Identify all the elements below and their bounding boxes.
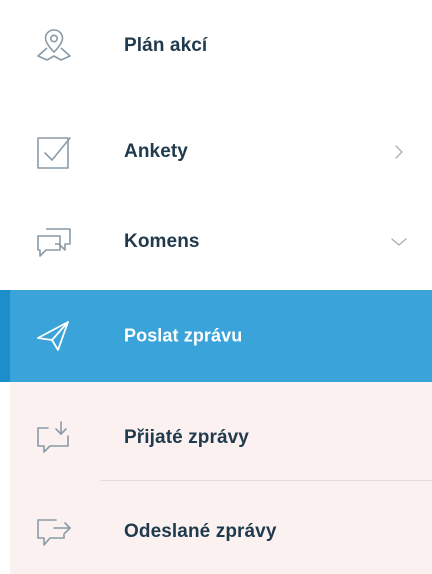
menu-item-label: Poslat zprávu: [124, 325, 243, 346]
menu-item-label: Ankety: [124, 141, 188, 162]
menu-item-prijate-zpravy[interactable]: Přijaté zprávy: [10, 396, 432, 480]
checkbox-icon: [34, 132, 74, 172]
menu-item-label: Komens: [124, 231, 200, 252]
menu-item-poslat-zpravu[interactable]: Poslat zprávu: [0, 290, 432, 382]
paper-plane-icon: [34, 316, 74, 356]
menu-item-ankety[interactable]: Ankety: [10, 110, 432, 194]
menu-item-komens[interactable]: Komens: [10, 200, 432, 284]
chat-bubbles-icon: [34, 222, 74, 262]
menu-item-odeslane-zpravy[interactable]: Odeslané zprávy: [10, 490, 432, 574]
chevron-right-icon[interactable]: [390, 143, 408, 161]
menu-item-label: Přijaté zprávy: [124, 427, 249, 448]
map-pin-icon: [34, 26, 74, 66]
menu-item-label: Plán akcí: [124, 35, 208, 56]
menu-item-plan-akci[interactable]: Plán akcí: [10, 4, 432, 88]
active-indicator: [0, 290, 10, 382]
sidebar-menu: Plán akcí Ankety Komens Poslat zprávu Př…: [0, 0, 432, 574]
inbox-message-icon: [34, 418, 74, 458]
chevron-down-icon[interactable]: [390, 233, 408, 251]
outbox-message-icon: [34, 512, 74, 552]
menu-item-label: Odeslané zprávy: [124, 521, 277, 542]
submenu-divider: [100, 480, 432, 481]
